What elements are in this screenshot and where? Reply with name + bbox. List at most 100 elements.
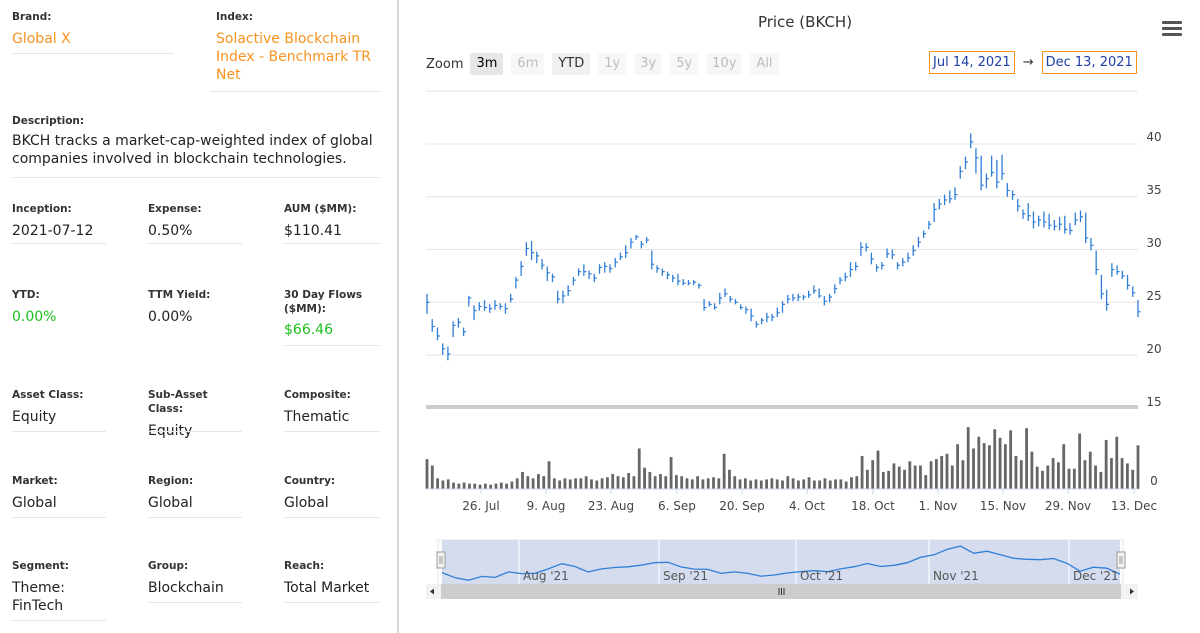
x-tick-label: 29. Nov xyxy=(1045,499,1091,513)
range-from-input[interactable]: Jul 14, 2021 xyxy=(929,51,1015,74)
market-value: Global xyxy=(12,495,57,511)
volume-bar xyxy=(478,484,482,489)
volume-bar xyxy=(674,475,678,489)
pane-separator[interactable] xyxy=(426,405,1138,409)
volume-bar xyxy=(531,478,535,489)
volume-bar xyxy=(844,481,848,489)
range-to-input[interactable]: Dec 13, 2021 xyxy=(1041,51,1137,74)
price-bar xyxy=(802,294,806,301)
y-tick-label: 40 xyxy=(1146,130,1161,144)
navigator-label: Aug '21 xyxy=(523,569,569,583)
x-tick-label: 13. Dec xyxy=(1111,499,1157,513)
brand-field: Brand: Global X xyxy=(12,10,174,54)
zoom-1y-button[interactable]: 1y xyxy=(598,53,627,75)
index-value-line-3: Net xyxy=(216,67,241,83)
volume-bar xyxy=(515,478,519,489)
composite-divider xyxy=(284,431,380,432)
price-bar xyxy=(462,327,467,337)
volume-bar xyxy=(956,444,959,489)
composite-field: Composite: Thematic xyxy=(284,388,380,432)
volume-bar xyxy=(1115,436,1119,489)
volume-bar xyxy=(1094,465,1097,489)
volume-bar xyxy=(919,465,922,489)
price-bar xyxy=(520,261,524,276)
segment-value: Theme: FinTech xyxy=(12,579,106,615)
description-label: Description: xyxy=(12,115,85,127)
volume-bar xyxy=(993,429,997,489)
price-bar xyxy=(1079,210,1083,223)
price-bar xyxy=(468,295,472,307)
price-bar xyxy=(572,276,576,286)
price-bar xyxy=(661,268,665,276)
navigator-label: Dec '21 xyxy=(1073,569,1119,583)
flows-field: 30 Day Flows ($MM): $66.46 xyxy=(284,288,380,346)
volume-bar xyxy=(728,469,731,489)
volume-bar xyxy=(770,478,774,489)
zoom-5y-button[interactable]: 5y xyxy=(670,53,699,75)
price-bar xyxy=(483,300,488,311)
zoom-10y-button[interactable]: 10y xyxy=(706,53,743,75)
zoom-3m-button[interactable]: 3m xyxy=(470,53,504,75)
right-handle-grip[interactable] xyxy=(1116,551,1126,569)
chart-title: Price (BKCH) xyxy=(757,13,853,31)
zoom-ytd-button[interactable]: YTD xyxy=(552,53,591,75)
volume-bar xyxy=(924,475,928,489)
navigator-label: Nov '21 xyxy=(933,569,979,583)
zoom-3y-button[interactable]: 3y xyxy=(634,53,663,75)
price-bar xyxy=(797,293,801,302)
volume-bar xyxy=(611,474,615,489)
reach-value: Total Market xyxy=(284,580,370,596)
price-bar xyxy=(1132,286,1136,297)
horizontal-scrollbar[interactable] xyxy=(426,584,1138,599)
volume-bar xyxy=(950,465,954,489)
price-bar xyxy=(855,262,859,271)
menu-bar-1 xyxy=(1162,21,1182,24)
volume-bar xyxy=(903,469,906,489)
price-bar xyxy=(1116,265,1120,275)
index-value: Solactive Blockchain Index - Benchmark T… xyxy=(216,30,380,84)
price-bar xyxy=(551,273,555,283)
index-field: Index: Solactive Blockchain Index - Benc… xyxy=(210,10,380,92)
market-divider xyxy=(12,517,106,518)
volume-bar xyxy=(802,479,806,489)
left-handle-grip[interactable] xyxy=(436,551,446,569)
volume-bar xyxy=(1046,465,1050,489)
segment-label: Segment: xyxy=(12,560,69,572)
volume-bar xyxy=(881,471,885,489)
sub-asset-class-field: Sub-Asset Class: Equity xyxy=(148,388,242,439)
y-tick-label: 15 xyxy=(1146,395,1161,409)
volume-bar xyxy=(860,455,864,489)
navigator-label: Oct '21 xyxy=(800,569,843,583)
country-value: Global xyxy=(284,495,329,511)
price-bar xyxy=(598,264,603,274)
brand-divider xyxy=(12,53,174,54)
x-tick-label: 9. Aug xyxy=(527,499,566,513)
price-bar xyxy=(692,280,697,286)
hamburger-menu-icon[interactable] xyxy=(1162,21,1182,37)
inception-divider xyxy=(12,243,106,244)
navigator[interactable]: Aug '21 Sep '21 Oct '21 Nov '21 Dec '21 xyxy=(436,539,1126,585)
zoom-all-button[interactable]: All xyxy=(750,53,779,75)
zoom-label: Zoom xyxy=(426,56,464,72)
price-bar xyxy=(975,148,979,174)
price-bar xyxy=(447,346,451,361)
navigator-left-handle[interactable] xyxy=(436,551,446,569)
ytd-value: 0.00% xyxy=(12,309,57,325)
inception-value: 2021-07-12 xyxy=(12,223,94,239)
volume-bar xyxy=(563,478,567,489)
price-bar xyxy=(1105,289,1110,311)
zoom-6m-button[interactable]: 6m xyxy=(511,53,545,75)
price-bar xyxy=(567,285,571,296)
price-bar xyxy=(562,290,566,304)
volume-bar xyxy=(828,480,832,489)
price-bar xyxy=(933,203,937,223)
price-bar xyxy=(724,288,728,297)
volume-bar xyxy=(521,471,524,489)
volume-bar xyxy=(754,479,758,489)
expense-value: 0.50% xyxy=(148,223,193,239)
expense-field: Expense: 0.50% xyxy=(148,202,242,244)
price-bar xyxy=(1090,237,1094,251)
volume-bar xyxy=(579,478,583,489)
navigator-right-handle[interactable] xyxy=(1116,551,1126,569)
price-bar xyxy=(834,284,838,294)
